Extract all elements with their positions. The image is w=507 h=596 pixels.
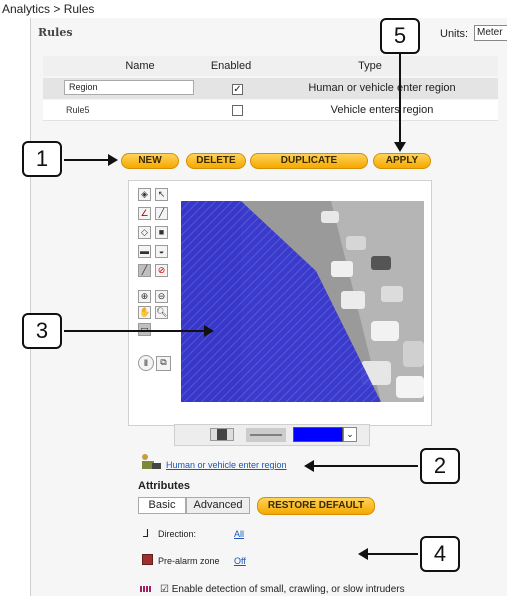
direction-label: Direction:: [158, 529, 197, 539]
callout-2: 2: [420, 448, 460, 484]
rule-name-input[interactable]: Region: [64, 80, 194, 95]
callout-1-arrow: [64, 159, 110, 161]
panel-title: Rules: [38, 26, 73, 39]
human-vehicle-icon: [142, 454, 161, 469]
zoom-out-icon[interactable]: ⊖: [155, 290, 168, 303]
restore-default-button[interactable]: RESTORE DEFAULT: [257, 497, 375, 515]
opacity-icon[interactable]: [210, 428, 234, 441]
callout-2-arrow: [312, 465, 418, 467]
pointer-icon[interactable]: ↖: [155, 188, 168, 201]
intruder-icon: [140, 586, 152, 592]
apply-button[interactable]: APPLY: [373, 153, 431, 169]
line-style-icon[interactable]: [246, 428, 286, 442]
arrow-head-right-icon: [204, 325, 214, 337]
duplicate-button[interactable]: DUPLICATE: [250, 153, 368, 169]
car: [396, 376, 424, 398]
rule-type-cell: Human or vehicle enter region: [308, 82, 456, 94]
intruders-row: ☑ Enable detection of small, crawling, o…: [160, 584, 405, 595]
car: [331, 261, 353, 277]
zoom-icon[interactable]: 🔍︎: [155, 306, 168, 319]
polyline-icon[interactable]: ∠: [138, 207, 151, 220]
car: [403, 341, 424, 367]
enabled-checkbox[interactable]: ✓: [232, 84, 243, 95]
pre-alarm-icon: [142, 554, 153, 565]
new-button[interactable]: NEW: [121, 153, 179, 169]
callout-4-arrow: [366, 553, 418, 555]
arrow-head-left-icon: [304, 460, 314, 472]
rule-name-cell: Rule5: [66, 105, 90, 115]
callout-3-arrow: [64, 330, 206, 332]
chevron-down-icon[interactable]: ⌄: [343, 427, 357, 442]
car: [371, 256, 391, 270]
pause-icon[interactable]: Ⅱ: [138, 355, 154, 371]
callout-3: 3: [22, 313, 62, 349]
car: [371, 321, 399, 341]
snapshot-icon[interactable]: ⧉: [156, 356, 171, 371]
rule-type-cell: Vehicle enters region: [330, 104, 434, 116]
pan-icon[interactable]: ✋: [138, 306, 151, 319]
bucket-icon[interactable]: ◈: [138, 188, 151, 201]
enabled-checkbox[interactable]: [232, 105, 243, 116]
units-label: Units:: [440, 28, 469, 40]
car: [346, 236, 366, 250]
zoom-in-icon[interactable]: ⊕: [138, 290, 151, 303]
delete-button[interactable]: DELETE: [186, 153, 246, 169]
attributes-title: Attributes: [138, 480, 190, 492]
callout-5-arrow: [399, 54, 401, 146]
arrow-head-right-icon: [108, 154, 118, 166]
car: [321, 211, 339, 223]
color-swatch[interactable]: [293, 427, 343, 442]
direction-link[interactable]: All: [234, 529, 244, 539]
intruders-checkbox[interactable]: ☑: [160, 584, 169, 595]
pre-alarm-link[interactable]: Off: [234, 556, 246, 566]
tab-advanced[interactable]: Advanced: [186, 497, 250, 514]
line-width-icon[interactable]: ▬: [138, 245, 151, 258]
video-scene: [181, 201, 424, 402]
clear-icon[interactable]: ⊘: [155, 264, 168, 277]
rule-type-link[interactable]: Human or vehicle enter region: [166, 460, 287, 470]
column-header-enabled[interactable]: Enabled: [206, 60, 256, 72]
line-icon[interactable]: ╱: [155, 207, 168, 220]
square-icon[interactable]: ■: [155, 226, 168, 239]
video-view[interactable]: [181, 201, 424, 402]
car: [341, 291, 365, 309]
draw-line-icon[interactable]: ╱: [138, 264, 151, 277]
direction-icon: ⅃: [143, 528, 150, 540]
eraser-icon[interactable]: ◇: [138, 226, 151, 239]
callout-5: 5: [380, 18, 420, 54]
pre-alarm-label: Pre-alarm zone: [158, 556, 220, 566]
breadcrumb: Analytics > Rules: [2, 2, 95, 16]
arrow-head-down-icon: [394, 142, 406, 152]
column-header-type[interactable]: Type: [270, 60, 470, 72]
tab-basic[interactable]: Basic: [138, 497, 186, 514]
paint-icon[interactable]: ◒: [155, 245, 168, 258]
arrow-head-left-icon: [358, 548, 368, 560]
column-header-name[interactable]: Name: [90, 60, 190, 72]
car: [381, 286, 403, 302]
callout-4: 4: [420, 536, 460, 572]
intruders-label: Enable detection of small, crawling, or …: [171, 584, 405, 595]
units-select[interactable]: Meter: [474, 25, 507, 41]
callout-1: 1: [22, 141, 62, 177]
